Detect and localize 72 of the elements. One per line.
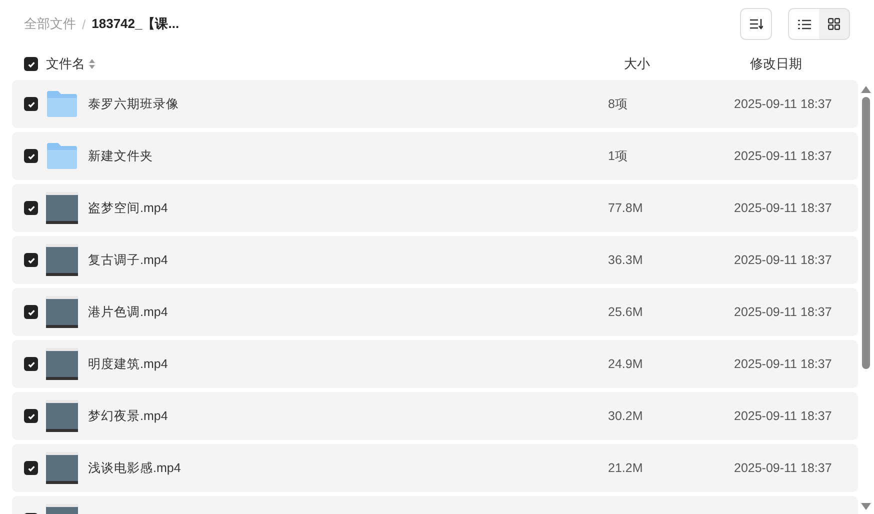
scroll-down-icon[interactable] (861, 503, 871, 510)
breadcrumb-separator: / (82, 16, 86, 32)
sort-icon (749, 18, 763, 30)
modified-date: 2025-09-11 18:37 (734, 305, 833, 319)
checkbox[interactable] (24, 461, 38, 475)
scroll-up-icon[interactable] (861, 86, 871, 93)
modified-date: 2025-09-11 18:37 (734, 97, 833, 111)
video-thumbnail (46, 348, 78, 380)
file-size: 77.8M (608, 201, 644, 215)
modified-date: 2025-09-11 18:37 (734, 409, 833, 423)
checkbox[interactable] (24, 253, 38, 267)
file-row[interactable]: 泰罗六期班录像 8项 2025-09-11 18:37 (12, 80, 858, 128)
sort-icon[interactable] (89, 59, 95, 69)
check-icon (26, 464, 36, 472)
file-row[interactable]: 港片色调.mp4 25.6M 2025-09-11 18:37 (12, 288, 858, 336)
modified-date: 2025-09-11 18:37 (734, 357, 833, 371)
modified-date: 2025-09-11 18:37 (734, 253, 833, 267)
check-icon (26, 60, 36, 68)
video-thumbnail (46, 192, 78, 224)
file-name: 泰罗六期班录像 (88, 96, 180, 112)
checkbox[interactable] (24, 201, 38, 215)
file-size: 30.2M (608, 409, 644, 423)
folder-icon (46, 90, 78, 118)
check-icon (26, 360, 36, 368)
video-thumbnail (46, 296, 78, 328)
current-folder: 183742_【课... (92, 15, 180, 33)
column-header: 修改日期 (750, 55, 803, 73)
file-row[interactable]: 新建文件夹 1项 2025-09-11 18:37 (12, 132, 858, 180)
file-size: 25.6M (608, 305, 644, 319)
list-view-button[interactable] (789, 9, 819, 39)
file-size: 24.9M (608, 357, 644, 371)
file-row[interactable]: 盗梦空间.mp4 77.8M 2025-09-11 18:37 (12, 184, 858, 232)
file-size: 1项 (608, 148, 629, 164)
file-size: 8项 (608, 96, 629, 112)
folder-icon (46, 142, 78, 170)
modified-date: 2025-09-11 18:37 (734, 149, 833, 163)
modified-date: 2025-09-11 18:37 (734, 461, 833, 475)
file-name: 复古调子.mp4 (88, 252, 169, 268)
sort-button[interactable] (740, 8, 772, 40)
check-icon (26, 204, 36, 212)
checkbox[interactable] (24, 409, 38, 423)
checkbox[interactable] (24, 57, 38, 71)
file-name: 港片色调.mp4 (88, 304, 169, 320)
file-row[interactable]: 复古调子.mp4 36.3M 2025-09-11 18:37 (12, 236, 858, 284)
check-icon (26, 412, 36, 420)
column-header[interactable]: 文件名 (46, 55, 85, 73)
video-thumbnail (46, 452, 78, 484)
video-thumbnail (46, 400, 78, 432)
file-size: 36.3M (608, 253, 644, 267)
file-name: 浅谈电影感.mp4 (88, 460, 182, 476)
list-icon (798, 18, 810, 30)
scrollbar-thumb[interactable] (862, 97, 870, 369)
file-name: 明度建筑.mp4 (88, 356, 169, 372)
check-icon (26, 152, 36, 160)
file-size: 21.2M (608, 461, 644, 475)
column-header: 大小 (624, 55, 651, 73)
file-name: 新建文件夹 (88, 148, 154, 164)
checkbox[interactable] (24, 305, 38, 319)
modified-date: 2025-09-11 18:37 (734, 201, 833, 215)
file-name: 梦幻夜景.mp4 (88, 408, 169, 424)
file-row[interactable]: 梦幻夜景.mp4 30.2M 2025-09-11 18:37 (12, 392, 858, 440)
check-icon (26, 308, 36, 316)
checkbox[interactable] (24, 149, 38, 163)
check-icon (26, 256, 36, 264)
check-icon (26, 100, 36, 108)
file-row[interactable]: 浅谈电影感.mp4 21.2M 2025-09-11 18:37 (12, 444, 858, 492)
grid-icon (828, 18, 840, 30)
file-name: 盗梦空间.mp4 (88, 200, 169, 216)
checkbox[interactable] (24, 357, 38, 371)
checkbox[interactable] (24, 97, 38, 111)
video-thumbnail (46, 244, 78, 276)
file-row[interactable]: 明度建筑.mp4 24.9M 2025-09-11 18:37 (12, 340, 858, 388)
